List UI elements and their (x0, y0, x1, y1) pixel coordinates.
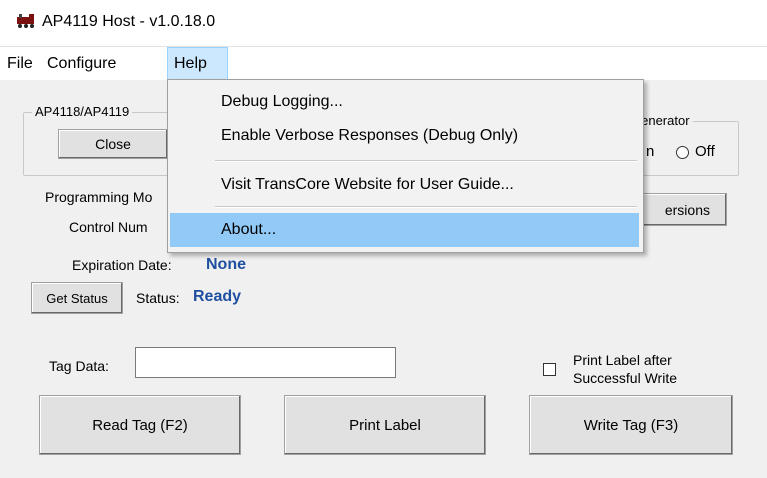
menu-item-about[interactable]: About... (170, 213, 639, 247)
menu-item-visit-website[interactable]: Visit TransCore Website for User Guide..… (168, 170, 643, 200)
expiration-date-value: None (206, 256, 246, 273)
status-value: Ready (193, 288, 242, 305)
control-number-label: Control Num (69, 219, 148, 235)
programming-mode-label: Programming Mo (45, 189, 153, 205)
menu-item-debug-logging[interactable]: Debug Logging... (168, 87, 643, 117)
menu-item-visit-website-label: Visit TransCore Website for User Guide..… (221, 176, 514, 193)
generator-off-radio[interactable] (676, 146, 689, 159)
menu-item-about-label: About... (221, 221, 277, 238)
title-bar: AP4119 Host - v1.0.18.0 (0, 0, 767, 47)
read-tag-button[interactable]: Read Tag (F2) (39, 395, 241, 455)
menu-item-verbose-responses-label: Enable Verbose Responses (Debug Only) (221, 127, 519, 144)
tag-data-label: Tag Data: (49, 358, 109, 374)
tag-data-input[interactable] (135, 347, 396, 378)
train-icon (17, 14, 34, 28)
menu-item-verbose-responses[interactable]: Enable Verbose Responses (Debug Only) (168, 121, 643, 151)
expiration-date-label: Expiration Date: (72, 257, 172, 273)
menu-separator (215, 206, 637, 208)
menu-configure[interactable]: Configure (42, 47, 121, 80)
generator-on-label: n (646, 143, 655, 160)
print-label-button[interactable]: Print Label (284, 395, 486, 455)
window-title: AP4119 Host - v1.0.18.0 (42, 13, 216, 30)
menu-file[interactable]: File (2, 47, 38, 80)
print-after-write-label-2: Successful Write (573, 370, 677, 386)
print-after-write-checkbox[interactable] (543, 363, 556, 376)
close-button[interactable]: Close (58, 129, 168, 159)
menu-bar: File Configure Help (0, 47, 767, 80)
menu-item-debug-logging-label: Debug Logging... (221, 93, 343, 110)
get-status-button[interactable]: Get Status (31, 282, 123, 314)
write-tag-button[interactable]: Write Tag (F3) (529, 395, 733, 455)
menu-separator (215, 160, 637, 162)
status-label: Status: (136, 290, 180, 306)
menu-help[interactable]: Help (167, 47, 228, 80)
help-dropdown-menu: Debug Logging... Enable Verbose Response… (167, 79, 644, 253)
generator-off-label: Off (695, 143, 715, 160)
print-after-write-label-1: Print Label after (573, 352, 672, 368)
reader-group-caption: AP4118/AP4119 (32, 104, 133, 120)
